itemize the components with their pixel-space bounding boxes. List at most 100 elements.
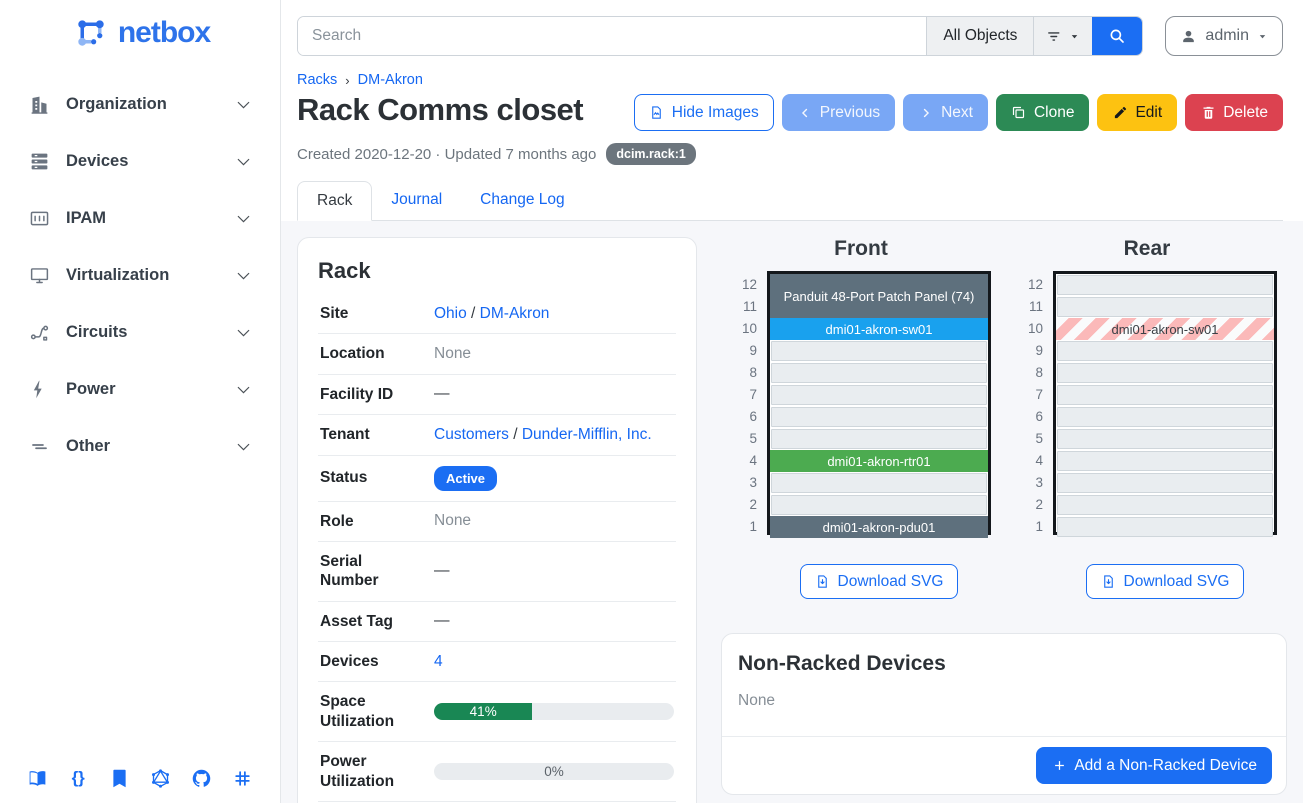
search-filter-button[interactable]: [1033, 17, 1092, 55]
image-file-icon: [649, 105, 665, 121]
rack-slot-u5[interactable]: [770, 428, 988, 450]
github-icon[interactable]: [191, 767, 213, 789]
download-svg-button[interactable]: Download SVG: [1086, 564, 1245, 599]
rack-slot-u6[interactable]: [770, 406, 988, 428]
tab-change-log[interactable]: Change Log: [461, 181, 583, 220]
empty-unit[interactable]: [1057, 429, 1273, 449]
empty-unit[interactable]: [1057, 407, 1273, 427]
info-label: Site: [320, 304, 418, 323]
breadcrumb-dm-akron[interactable]: DM-Akron: [358, 72, 423, 88]
empty-unit[interactable]: [771, 363, 987, 383]
status-badge: Active: [434, 466, 497, 491]
rack-slot-u8[interactable]: [770, 362, 988, 384]
elevation-body: 121110987654321 Panduit 48-Port Patch Pan…: [731, 271, 991, 538]
rack-slot-u3[interactable]: [1056, 472, 1274, 494]
rack-device[interactable]: dmi01-akron-sw01: [770, 318, 988, 340]
tab-rack[interactable]: Rack: [297, 181, 372, 221]
value-link[interactable]: Dunder-Mifflin, Inc.: [522, 426, 652, 443]
rack-slot-u9[interactable]: [770, 340, 988, 362]
rack-slot-u8[interactable]: [1056, 362, 1274, 384]
next-button[interactable]: Next: [903, 94, 988, 131]
rack-slot-u11[interactable]: [1056, 296, 1274, 318]
sidebar-item-circuits[interactable]: Circuits: [0, 304, 280, 361]
empty-unit[interactable]: [771, 407, 987, 427]
sidebar-item-devices[interactable]: Devices: [0, 133, 280, 190]
info-row-location: LocationNone: [318, 334, 676, 374]
graphql-icon[interactable]: [150, 767, 172, 789]
rack-device[interactable]: Panduit 48-Port Patch Panel (74): [770, 274, 988, 318]
object-type-select[interactable]: All Objects: [926, 17, 1033, 55]
rack-slot-u12[interactable]: [1056, 274, 1274, 296]
empty-unit[interactable]: [771, 429, 987, 449]
info-row-tenant: TenantCustomers / Dunder-Mifflin, Inc.: [318, 415, 676, 455]
value-link[interactable]: Ohio: [434, 305, 467, 322]
bookmark-icon[interactable]: [108, 767, 130, 789]
rack-device[interactable]: dmi01-akron-rtr01: [770, 450, 988, 472]
tab-journal[interactable]: Journal: [372, 181, 461, 220]
empty-unit[interactable]: [771, 341, 987, 361]
rack-slot-u2[interactable]: [770, 494, 988, 516]
search-button[interactable]: [1092, 17, 1142, 55]
delete-button[interactable]: Delete: [1185, 94, 1283, 131]
rack-device[interactable]: dmi01-akron-sw01: [1056, 318, 1274, 340]
rack-slot-u9[interactable]: [1056, 340, 1274, 362]
empty-unit[interactable]: [1057, 275, 1273, 295]
value-link[interactable]: 4: [434, 653, 443, 670]
braces-icon[interactable]: {}: [67, 767, 89, 789]
sidebar-item-organization[interactable]: Organization: [0, 76, 280, 133]
breadcrumb-racks[interactable]: Racks: [297, 72, 337, 88]
rack-slot-u3[interactable]: [770, 472, 988, 494]
empty-unit[interactable]: [1057, 363, 1273, 383]
netbox-logo[interactable]: netbox: [0, 0, 280, 62]
unit-number: 5: [731, 428, 757, 450]
rack-slot-u4[interactable]: [1056, 450, 1274, 472]
empty-unit[interactable]: [1057, 451, 1273, 471]
download-svg-button[interactable]: Download SVG: [800, 564, 959, 599]
info-value: —: [418, 385, 674, 403]
empty-unit[interactable]: [771, 385, 987, 405]
value-none: None: [434, 345, 471, 362]
search-input[interactable]: [298, 17, 926, 55]
empty-unit[interactable]: [1057, 473, 1273, 493]
rack-slot-u1[interactable]: [1056, 516, 1274, 538]
caret-down-icon: [1257, 31, 1268, 42]
book-open-icon[interactable]: [26, 767, 48, 789]
unit-numbers: 121110987654321: [731, 271, 757, 538]
header: All Objects admin Racks ›: [281, 0, 1303, 221]
user-menu[interactable]: admin: [1165, 16, 1283, 56]
rack-device[interactable]: dmi01-akron-pdu01: [770, 516, 988, 538]
value-link[interactable]: DM-Akron: [480, 305, 550, 322]
netbox-logo-icon: [70, 12, 112, 54]
non-racked-empty-text: None: [738, 692, 1270, 720]
sidebar-item-other[interactable]: Other: [0, 418, 280, 475]
rack-slot-u7[interactable]: [1056, 384, 1274, 406]
sidebar-item-power[interactable]: Power: [0, 361, 280, 418]
clone-button[interactable]: Clone: [996, 94, 1090, 131]
server-icon: [28, 151, 50, 173]
edit-button[interactable]: Edit: [1097, 94, 1177, 131]
rack-slot-u2[interactable]: [1056, 494, 1274, 516]
empty-unit[interactable]: [1057, 297, 1273, 317]
info-value: 0%: [418, 763, 674, 780]
empty-unit[interactable]: [1057, 341, 1273, 361]
info-label: Power Utilization: [320, 752, 418, 791]
empty-unit[interactable]: [1057, 517, 1273, 537]
add-non-racked-device-button[interactable]: Add a Non-Racked Device: [1036, 747, 1272, 784]
rack-slot-u7[interactable]: [770, 384, 988, 406]
sidebar-item-ipam[interactable]: IPAM: [0, 190, 280, 247]
page-actions: Hide Images Previous Next Clone: [634, 94, 1283, 131]
hide-images-button[interactable]: Hide Images: [634, 94, 774, 131]
previous-button[interactable]: Previous: [782, 94, 895, 131]
empty-unit[interactable]: [771, 495, 987, 515]
empty-unit[interactable]: [1057, 495, 1273, 515]
rack-slot-u6[interactable]: [1056, 406, 1274, 428]
empty-unit[interactable]: [1057, 385, 1273, 405]
value-link[interactable]: Customers: [434, 426, 509, 443]
sidebar-item-virtualization[interactable]: Virtualization: [0, 247, 280, 304]
value-none: None: [434, 512, 471, 529]
chevron-right-icon: ›: [345, 73, 349, 88]
rack-slot-u5[interactable]: [1056, 428, 1274, 450]
slack-icon[interactable]: [232, 767, 254, 789]
empty-unit[interactable]: [771, 473, 987, 493]
info-value: Ohio / DM-Akron: [418, 305, 674, 323]
